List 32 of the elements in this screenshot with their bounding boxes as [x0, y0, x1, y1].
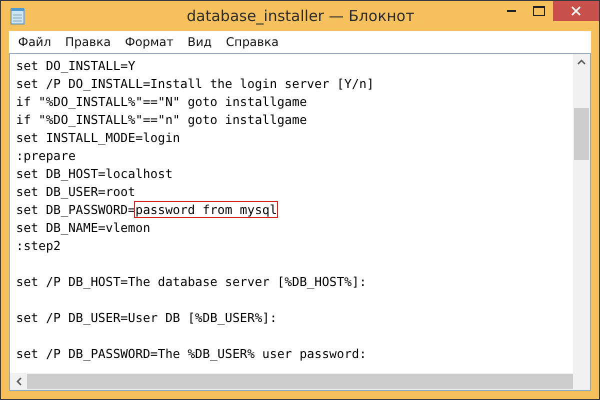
- code-line: set /P DO_INSTALL=Install the login server [Y/n]: [16, 76, 374, 91]
- menu-item[interactable]: Формат: [118, 35, 181, 49]
- scroll-left-icon[interactable]: [16, 377, 22, 386]
- menu-item[interactable]: Файл: [11, 35, 58, 49]
- close-button[interactable]: [553, 1, 599, 21]
- scrollbar-thumb[interactable]: [574, 108, 589, 160]
- code-line: :step2: [16, 238, 61, 253]
- close-icon: [571, 6, 581, 16]
- code-line: if "%DO_INSTALL%"=="n" goto installgame: [16, 112, 307, 127]
- menu-item[interactable]: Правка: [58, 35, 118, 49]
- maximize-icon: [533, 6, 545, 16]
- horizontal-scrollbar[interactable]: [10, 373, 590, 390]
- code-line: set /P DB_PASSWORD=The %DB_USER% user password:: [16, 346, 367, 361]
- scroll-up-icon[interactable]: [577, 59, 586, 65]
- menu-item[interactable]: Справка: [218, 35, 286, 49]
- code-line: if "%DO_INSTALL%"=="N" goto installgame: [16, 94, 307, 109]
- code-line: set DB_NAME=vlemon: [16, 220, 150, 235]
- code-line: set DB_HOST=localhost: [16, 166, 173, 181]
- code-line: set DO_INSTALL=Y: [16, 58, 136, 73]
- code-line: :prepare: [16, 148, 76, 163]
- notepad-icon: [10, 7, 26, 25]
- code-line: set /P DB_USER=User DB [%DB_USER%]:: [16, 310, 278, 325]
- window-title: database_installer — Блокнот: [186, 7, 414, 25]
- code-line: set DB_USER=root: [16, 184, 136, 199]
- menu-item[interactable]: Вид: [180, 35, 219, 49]
- vertical-scrollbar[interactable]: [573, 54, 590, 373]
- highlighted-text: password from mysql: [135, 202, 278, 217]
- minimize-icon: [506, 10, 516, 12]
- scrollbar-thumb[interactable]: [27, 374, 573, 389]
- code-line: set DB_PASSWORD=: [16, 202, 136, 217]
- code-line: set /P DB_HOST=The database server [%DB_HOST%]:: [16, 274, 367, 289]
- code-line: set INSTALL_MODE=login: [16, 130, 180, 145]
